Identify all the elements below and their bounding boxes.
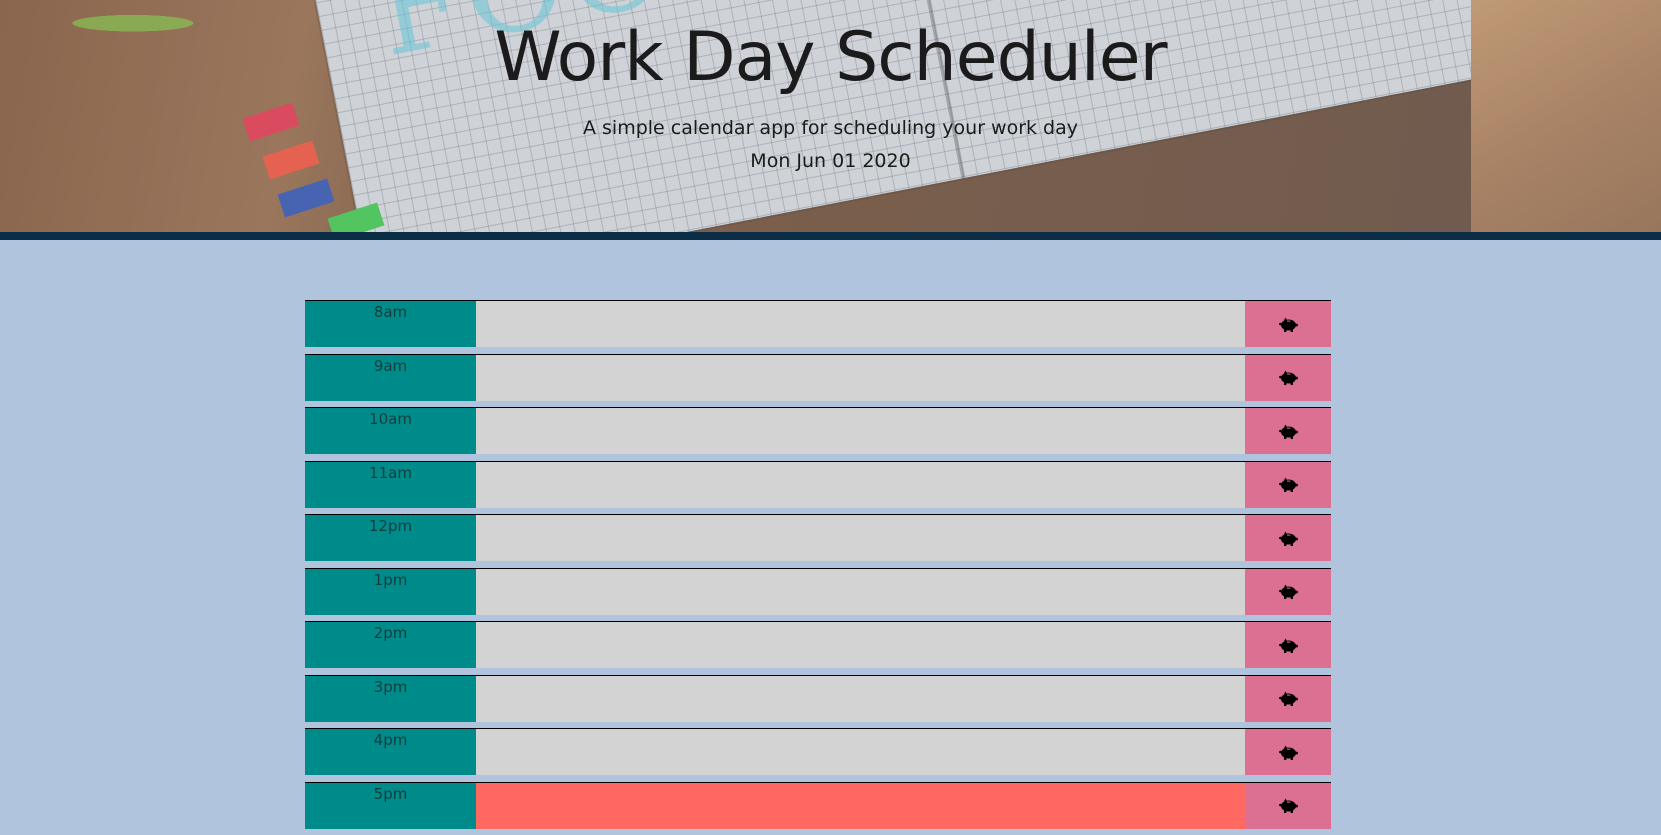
timeblock-description-input[interactable] <box>476 408 1245 454</box>
header-jumbotron: FOOD Work Day Scheduler A simple calenda… <box>0 0 1661 232</box>
save-button[interactable] <box>1245 568 1331 615</box>
piggy-bank-icon <box>1278 476 1298 493</box>
save-button[interactable] <box>1245 301 1331 347</box>
save-button[interactable] <box>1245 622 1331 668</box>
piggy-bank-icon <box>1278 744 1298 761</box>
timeblock-description-input[interactable] <box>476 675 1245 722</box>
save-button[interactable] <box>1245 354 1331 401</box>
timeblock-row: 10am <box>305 407 1331 454</box>
page-lead: A simple calendar app for scheduling you… <box>582 117 1079 139</box>
save-button[interactable] <box>1245 408 1331 454</box>
timeblock-row: 5pm <box>305 781 1331 829</box>
timeblock-row: 1pm <box>305 567 1331 615</box>
save-button[interactable] <box>1245 729 1331 775</box>
timeblock-description-input[interactable] <box>476 461 1245 508</box>
timeblock-description-input[interactable] <box>476 354 1245 401</box>
timeblock-description-input[interactable] <box>476 729 1245 775</box>
timeblock-hour: 5pm <box>305 782 476 829</box>
timeblock-container: 8am 9am 10am 11am 12pm 1pm 2pm 3pm 4pm 5pm <box>305 300 1331 835</box>
piggy-bank-icon <box>1278 530 1298 547</box>
timeblock-description-input[interactable] <box>476 515 1245 561</box>
piggy-bank-icon <box>1278 423 1298 440</box>
timeblock-hour: 3pm <box>305 675 476 722</box>
timeblock-hour: 10am <box>305 408 476 454</box>
timeblock-description-input[interactable] <box>476 782 1245 829</box>
timeblock-hour: 12pm <box>305 515 476 561</box>
timeblock-hour: 4pm <box>305 729 476 775</box>
save-button[interactable] <box>1245 782 1331 829</box>
piggy-bank-icon <box>1278 583 1298 600</box>
timeblock-row: 11am <box>305 460 1331 508</box>
save-button[interactable] <box>1245 675 1331 722</box>
timeblock-hour: 2pm <box>305 622 476 668</box>
timeblock-hour: 1pm <box>305 568 476 615</box>
timeblock-row: 3pm <box>305 674 1331 722</box>
header-border <box>0 232 1661 240</box>
timeblock-hour: 9am <box>305 354 476 401</box>
page-title: Work Day Scheduler <box>494 18 1167 97</box>
timeblock-row: 12pm <box>305 514 1331 561</box>
timeblock-row: 4pm <box>305 728 1331 775</box>
timeblock-row: 2pm <box>305 621 1331 668</box>
timeblock-hour: 8am <box>305 301 476 347</box>
timeblock-hour: 11am <box>305 461 476 508</box>
timeblock-row: 8am <box>305 300 1331 347</box>
timeblock-description-input[interactable] <box>476 568 1245 615</box>
piggy-bank-icon <box>1278 637 1298 654</box>
current-day: Mon Jun 01 2020 <box>750 150 911 172</box>
timeblock-description-input[interactable] <box>476 301 1245 347</box>
piggy-bank-icon <box>1278 797 1298 814</box>
piggy-bank-icon <box>1278 316 1298 333</box>
piggy-bank-icon <box>1278 369 1298 386</box>
timeblock-row: 9am <box>305 353 1331 401</box>
save-button[interactable] <box>1245 515 1331 561</box>
header-text: Work Day Scheduler A simple calendar app… <box>0 0 1661 174</box>
piggy-bank-icon <box>1278 690 1298 707</box>
timeblock-description-input[interactable] <box>476 622 1245 668</box>
save-button[interactable] <box>1245 461 1331 508</box>
